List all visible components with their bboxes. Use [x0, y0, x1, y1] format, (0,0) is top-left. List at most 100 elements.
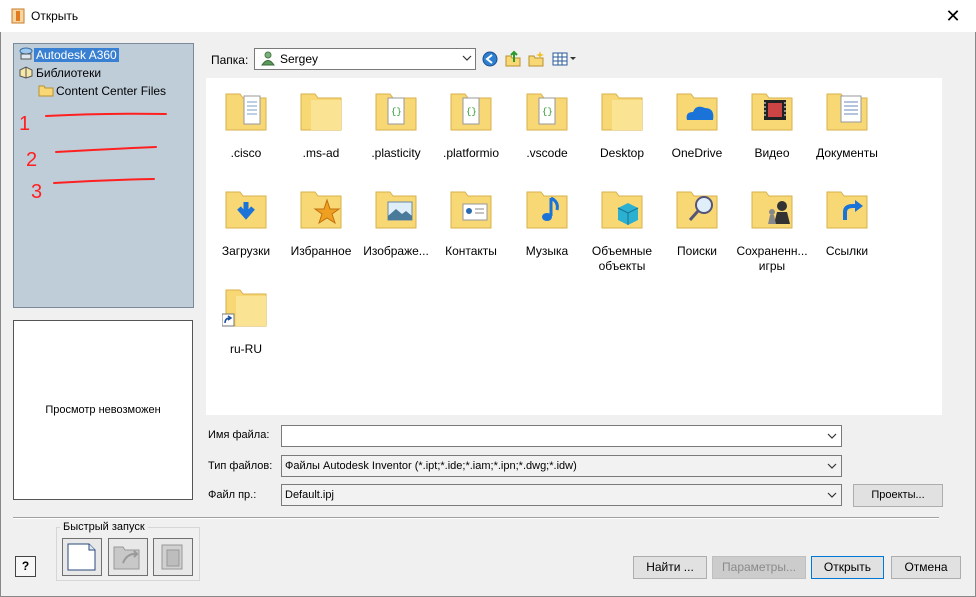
file-name: .cisco	[230, 146, 262, 160]
file-name: .plasticity	[371, 146, 421, 160]
open-file-icon	[113, 546, 140, 570]
red-annotations: 1 2 3	[19, 112, 167, 203]
folder-value: Sergey	[280, 52, 319, 66]
file-item[interactable]: OneDrive	[659, 86, 735, 161]
music-folder-icon	[526, 191, 568, 229]
filetype-value: Файлы Autodesk Inventor (*.ipt;*.ide;*.i…	[285, 460, 577, 472]
new-folder-icon[interactable]	[527, 50, 545, 68]
file-item[interactable]: Документы	[809, 86, 885, 161]
filename-label: Имя файла:	[208, 429, 270, 441]
filetype-select[interactable]: Файлы Autodesk Inventor (*.ipt;*.ide;*.i…	[281, 455, 842, 477]
contacts-folder-icon	[450, 191, 492, 229]
downloads-folder-icon	[225, 191, 267, 229]
file-item[interactable]: Desktop	[584, 86, 660, 161]
file-item[interactable]: {} .plasticity	[358, 86, 434, 161]
file-name: Desktop	[599, 146, 645, 160]
close-button[interactable]: ✕	[930, 0, 976, 32]
file-name: .platformio	[442, 146, 500, 160]
file-name: Сохраненн... игры	[736, 244, 808, 273]
file-item[interactable]: Сохраненн... игры	[734, 184, 810, 274]
svg-text:{}: {}	[391, 107, 402, 117]
back-icon[interactable]	[481, 50, 499, 68]
folder-label: Папка:	[211, 53, 249, 67]
pictures-folder-icon	[375, 191, 417, 229]
preview-message: Просмотр невозможен	[45, 404, 161, 416]
onedrive-folder-icon	[676, 93, 718, 131]
annotation-line-2	[55, 146, 157, 153]
locations-panel: Autodesk A360 Библиотеки Content Center …	[13, 43, 194, 308]
quick-projects-button[interactable]	[153, 538, 193, 576]
file-name: Контакты	[445, 244, 497, 258]
file-name: Изображе...	[363, 244, 429, 258]
chevron-down-icon	[462, 55, 472, 61]
filetype-label: Тип файлов:	[208, 460, 273, 472]
quick-open-file-button[interactable]	[108, 538, 148, 576]
code-folder-icon: {}	[375, 93, 417, 131]
searches-folder-icon	[676, 191, 718, 229]
cancel-button[interactable]: Отмена	[891, 556, 961, 579]
folder-icon	[601, 93, 643, 131]
file-item[interactable]: .cisco	[208, 86, 284, 161]
up-folder-icon[interactable]	[504, 50, 522, 68]
file-list[interactable]: .cisco .ms-ad {} .plasticity {} .platfor…	[206, 78, 942, 415]
shortcut-folder-icon	[221, 289, 267, 327]
quick-launch-label: Быстрый запуск	[60, 521, 148, 533]
filename-input[interactable]	[281, 425, 842, 447]
file-name: .vscode	[526, 146, 568, 160]
find-button[interactable]: Найти ...	[633, 556, 707, 579]
file-item[interactable]: .ms-ad	[283, 86, 359, 161]
options-button[interactable]: Параметры...	[712, 556, 806, 579]
file-name: Поиски	[677, 244, 717, 258]
file-item[interactable]: ru-RU	[208, 282, 284, 357]
saved-games-folder-icon	[751, 191, 793, 229]
open-button[interactable]: Открыть	[811, 556, 884, 579]
file-item[interactable]: {} .vscode	[509, 86, 585, 161]
title-bar: Открыть ✕	[0, 0, 976, 32]
folder-combo[interactable]: Sergey	[254, 48, 476, 70]
file-name: Видео	[754, 146, 790, 160]
3d-objects-folder-icon	[601, 191, 643, 229]
file-item[interactable]: Избранное	[283, 184, 359, 259]
code-folder-icon: {}	[526, 93, 568, 131]
svg-text:{}: {}	[466, 107, 477, 117]
file-item[interactable]: Изображе...	[358, 184, 434, 259]
quick-new-file-button[interactable]	[62, 538, 102, 576]
file-item[interactable]: Поиски	[659, 184, 735, 259]
documents-folder-icon	[826, 93, 868, 131]
file-name: Документы	[816, 146, 878, 160]
favorites-folder-icon	[300, 191, 342, 229]
file-item[interactable]: {} .platformio	[433, 86, 509, 161]
video-folder-icon	[751, 93, 793, 131]
annotation-line-3	[53, 178, 155, 184]
file-item[interactable]: Загрузки	[208, 184, 284, 259]
project-value: Default.ipj	[285, 489, 334, 501]
file-item[interactable]: Видео	[734, 86, 810, 161]
annotation-number-3: 3	[31, 181, 42, 203]
inventor-app-icon	[11, 8, 25, 24]
project-select[interactable]: Default.ipj	[281, 484, 842, 506]
file-item[interactable]: Объемные объекты	[584, 184, 660, 274]
chevron-down-icon	[827, 492, 837, 498]
svg-text:{}: {}	[542, 107, 553, 117]
chevron-down-icon[interactable]	[827, 431, 837, 441]
document-folder-icon	[225, 93, 267, 131]
window-title: Открыть	[31, 9, 79, 23]
file-name: ru-RU	[230, 342, 262, 356]
file-item[interactable]: Музыка	[509, 184, 585, 259]
code-folder-icon: {}	[450, 93, 492, 131]
annotation-number-1: 1	[19, 113, 30, 135]
preview-pane: Просмотр невозможен	[13, 320, 193, 500]
file-name: Загрузки	[221, 244, 271, 258]
file-item[interactable]: Контакты	[433, 184, 509, 259]
chevron-down-icon	[827, 463, 837, 469]
file-name: Объемные объекты	[591, 244, 653, 273]
separator	[13, 517, 939, 519]
file-name: Ссылки	[825, 244, 869, 258]
help-button[interactable]: ?	[15, 556, 36, 577]
new-file-icon	[67, 543, 96, 571]
file-name: Музыка	[525, 244, 569, 258]
projects-icon	[161, 544, 183, 570]
projects-button[interactable]: Проекты...	[853, 484, 943, 507]
file-item[interactable]: Ссылки	[809, 184, 885, 259]
view-menu-icon[interactable]	[551, 50, 577, 68]
